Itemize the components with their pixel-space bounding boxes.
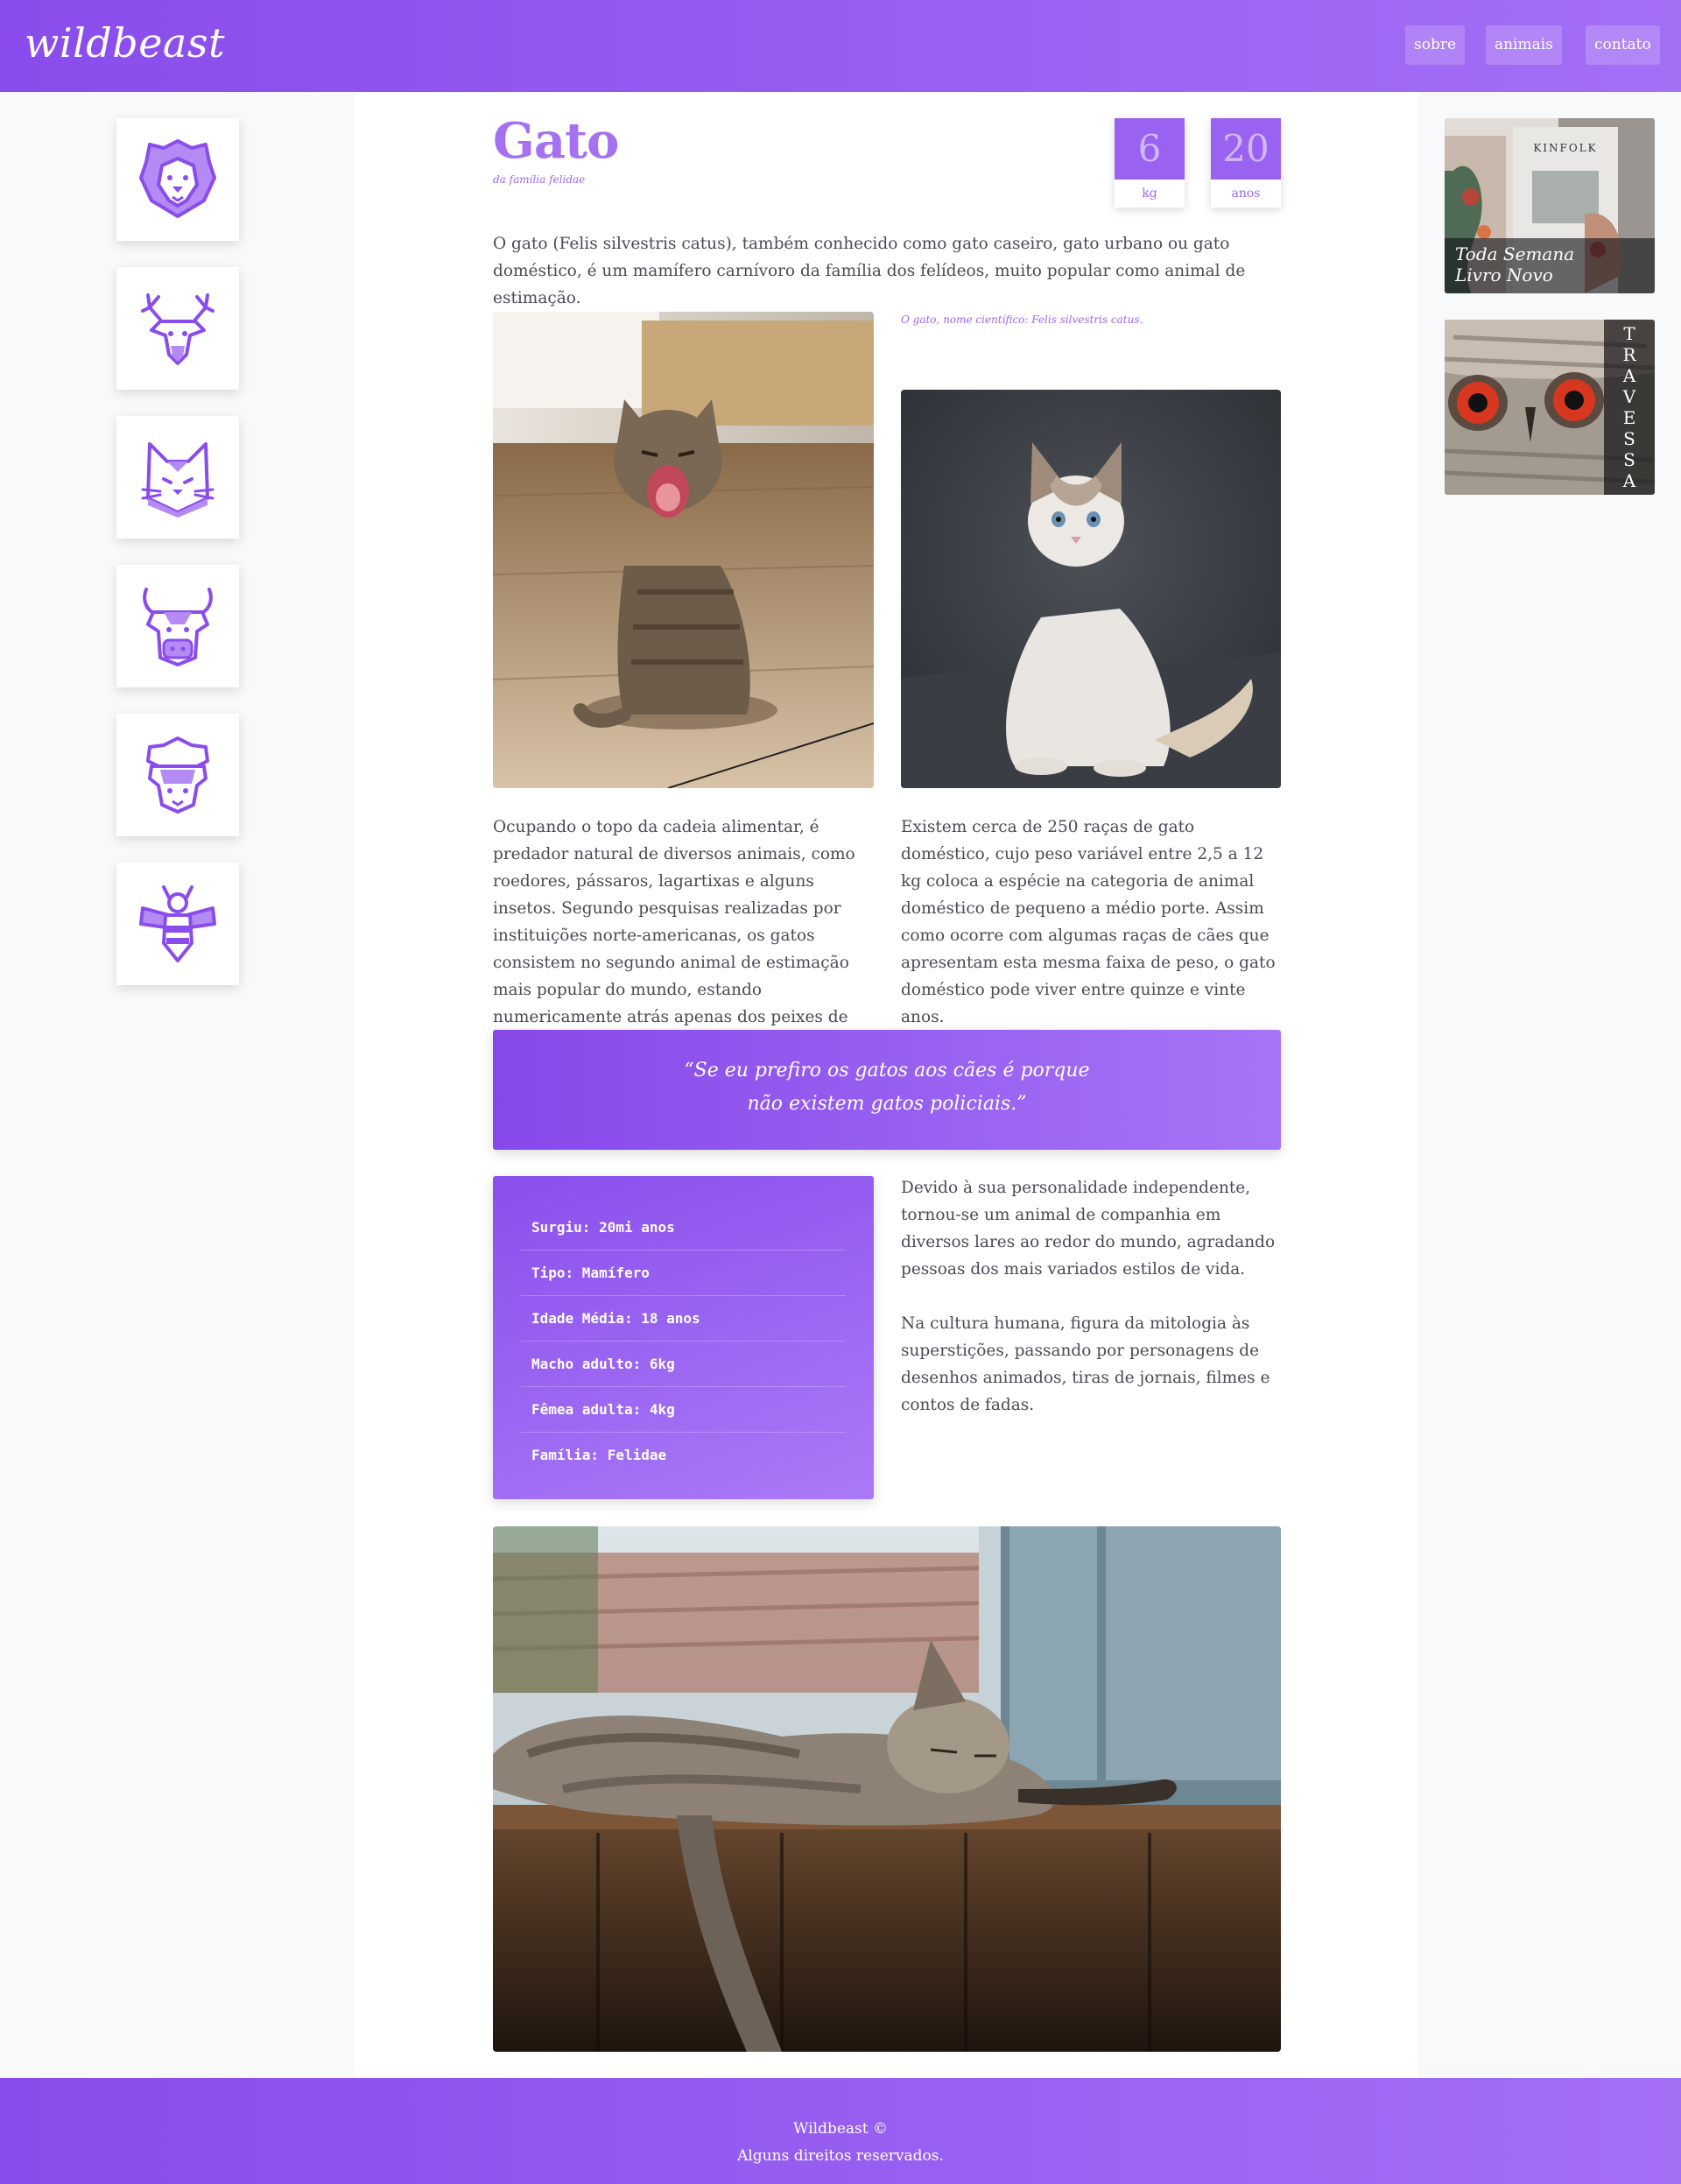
ad-letter: R bbox=[1622, 344, 1636, 365]
stat-age-unit: anos bbox=[1231, 187, 1261, 201]
ad-caption-line2: Livro Novo bbox=[1455, 264, 1553, 285]
cat-icon bbox=[141, 442, 215, 518]
sleeping-cat-photo bbox=[493, 1526, 1281, 2052]
ad-magazine-title: KINFOLK bbox=[1533, 142, 1597, 154]
paragraph-culture: Na cultura humana, figura da mitologia à… bbox=[901, 1314, 1270, 1414]
fact-item: Surgiu: 20mi anos bbox=[521, 1205, 846, 1251]
site-header: wildbeast sobre animais contato bbox=[0, 0, 1681, 92]
lion-icon bbox=[139, 139, 216, 218]
ad-letter: A bbox=[1622, 365, 1636, 386]
ad-letter: A bbox=[1622, 470, 1636, 491]
nav-animais[interactable]: animais bbox=[1486, 25, 1562, 65]
ad-letter: S bbox=[1623, 428, 1635, 449]
ad-book-club[interactable]: KINFOLK Toda Semana Livro Novo bbox=[1445, 118, 1655, 293]
white-cat-photo bbox=[901, 390, 1281, 788]
bull-icon bbox=[143, 588, 213, 666]
sidebar-item-bee[interactable] bbox=[116, 863, 239, 985]
nav-contato[interactable]: contato bbox=[1586, 25, 1660, 65]
ad-letter: V bbox=[1622, 386, 1636, 407]
page-subtitle: da família felidae bbox=[493, 173, 586, 186]
ad-caption: Toda Semana Livro Novo bbox=[1455, 243, 1574, 285]
fact-item: Fêmea adulta: 4kg bbox=[521, 1387, 846, 1433]
facts-box: Surgiu: 20mi anos Tipo: Mamífero Idade M… bbox=[493, 1176, 874, 1499]
fact-item: Idade Média: 18 anos bbox=[521, 1296, 846, 1342]
ad-letter: E bbox=[1622, 407, 1636, 428]
sidebar-item-sheep[interactable] bbox=[116, 714, 239, 836]
photo-caption: O gato, nome científico: Felis silvestri… bbox=[901, 314, 1143, 326]
fact-item: Tipo: Mamífero bbox=[521, 1251, 846, 1296]
bee-icon bbox=[139, 885, 216, 962]
ad-letter: T bbox=[1623, 323, 1635, 344]
sidebar-item-lion[interactable] bbox=[116, 118, 239, 241]
fact-item: Macho adulto: 6kg bbox=[521, 1342, 846, 1387]
paragraph-personality: Devido à sua personalidade independente,… bbox=[901, 1179, 1276, 1279]
sidebar-item-bull[interactable] bbox=[116, 565, 239, 687]
stat-weight: 6 kg bbox=[1115, 118, 1185, 208]
intro-paragraph: O gato (Felis silvestris catus), também … bbox=[493, 235, 1246, 307]
site-footer: Wildbeast © Alguns direitos reservados. bbox=[0, 2078, 1681, 2184]
deer-icon bbox=[141, 293, 215, 365]
ad-travessa[interactable]: T R A V E S S A bbox=[1445, 320, 1655, 495]
footer-rights: Alguns direitos reservados. bbox=[737, 2147, 944, 2165]
fact-item: Família: Felidae bbox=[531, 1447, 667, 1463]
stat-weight-unit: kg bbox=[1142, 187, 1157, 201]
paragraph-breeds: Existem cerca de 250 raças de gato domés… bbox=[901, 818, 1276, 1026]
paragraph-predator: Ocupando o topo da cadeia alimentar, é p… bbox=[493, 818, 855, 1053]
site-logo[interactable]: wildbeast bbox=[25, 19, 225, 67]
sidebar-item-deer[interactable] bbox=[116, 267, 239, 390]
ad-letter: S bbox=[1623, 449, 1635, 470]
ad-caption-line1: Toda Semana bbox=[1455, 243, 1575, 264]
page-title: Gato bbox=[493, 112, 619, 170]
stat-age-value: 20 bbox=[1211, 118, 1281, 180]
sheep-icon bbox=[146, 736, 209, 814]
stat-age: 20 anos bbox=[1211, 118, 1281, 208]
sidebar-item-cat[interactable] bbox=[116, 416, 239, 539]
footer-brand: Wildbeast © bbox=[793, 2120, 888, 2138]
quote-block: “Se eu prefiro os gatos aos cães é porqu… bbox=[493, 1030, 1281, 1150]
nav-sobre[interactable]: sobre bbox=[1405, 25, 1466, 65]
kitten-photo bbox=[493, 312, 874, 788]
stat-weight-value: 6 bbox=[1115, 118, 1185, 180]
